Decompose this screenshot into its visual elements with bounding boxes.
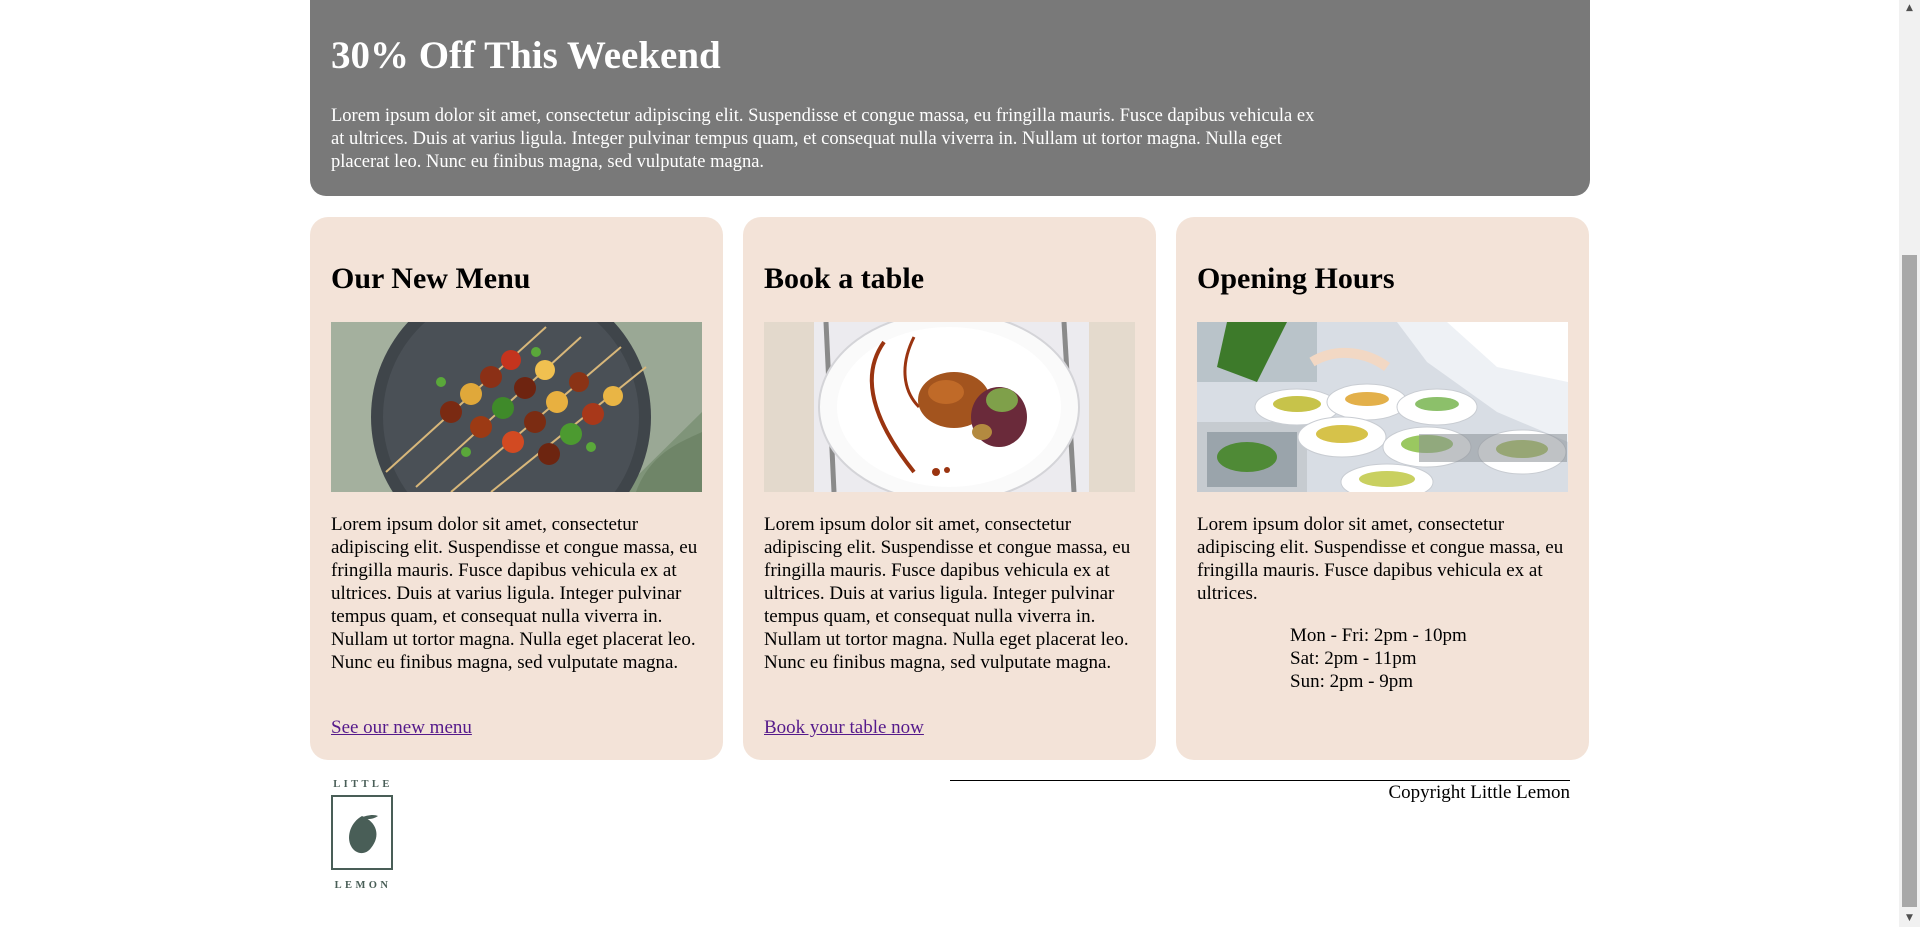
grilled-skewers-image	[331, 322, 702, 492]
plated-dish-image	[764, 322, 1135, 492]
vertical-scrollbar[interactable]: ▲ ▼	[1899, 0, 1920, 927]
card-title: Opening Hours	[1197, 262, 1395, 295]
svg-text:LEMON: LEMON	[335, 880, 392, 891]
promo-banner: 30% Off This Weekend Lorem ipsum dolor s…	[310, 0, 1590, 196]
card-text: Lorem ipsum dolor sit amet, consectetur …	[331, 514, 698, 673]
card-opening-hours: Opening Hours Lorem ipsum dolor sit amet…	[1176, 217, 1589, 760]
card-title: Our New Menu	[331, 262, 531, 295]
copyright-text: Copyright Little Lemon	[1388, 782, 1570, 803]
card-title: Book a table	[764, 262, 925, 295]
see-menu-link[interactable]: See our new menu	[331, 716, 472, 739]
page: 30% Off This Weekend Lorem ipsum dolor s…	[0, 0, 1920, 927]
hours-saturday: Sat: 2pm - 11pm	[1290, 648, 1417, 669]
little-lemon-logo: LITTLE LEMON	[331, 778, 395, 892]
hours-sunday: Sun: 2pm - 9pm	[1290, 671, 1413, 692]
card-new-menu: Our New Menu Lorem ipsum dolor sit amet,…	[310, 217, 723, 760]
hours-weekdays: Mon - Fri: 2pm - 10pm	[1290, 625, 1467, 646]
card-text: Lorem ipsum dolor sit amet, consectetur …	[764, 514, 1131, 673]
promo-title: 30% Off This Weekend	[331, 34, 721, 77]
scrollbar-thumb[interactable]	[1902, 255, 1917, 907]
book-table-link[interactable]: Book your table now	[764, 716, 924, 739]
promo-text: Lorem ipsum dolor sit amet, consectetur …	[331, 106, 1315, 172]
opening-hours-list: Mon - Fri: 2pm - 10pm Sat: 2pm - 11pm Su…	[1290, 624, 1467, 693]
scroll-up-icon[interactable]: ▲	[1899, 0, 1920, 17]
chef-plating-image	[1197, 322, 1568, 492]
card-text: Lorem ipsum dolor sit amet, consectetur …	[1197, 514, 1564, 604]
card-book-table: Book a table Lorem ipsum dolor sit amet,…	[743, 217, 1156, 760]
scroll-down-icon[interactable]: ▼	[1899, 910, 1920, 927]
svg-text:LITTLE: LITTLE	[333, 779, 393, 790]
